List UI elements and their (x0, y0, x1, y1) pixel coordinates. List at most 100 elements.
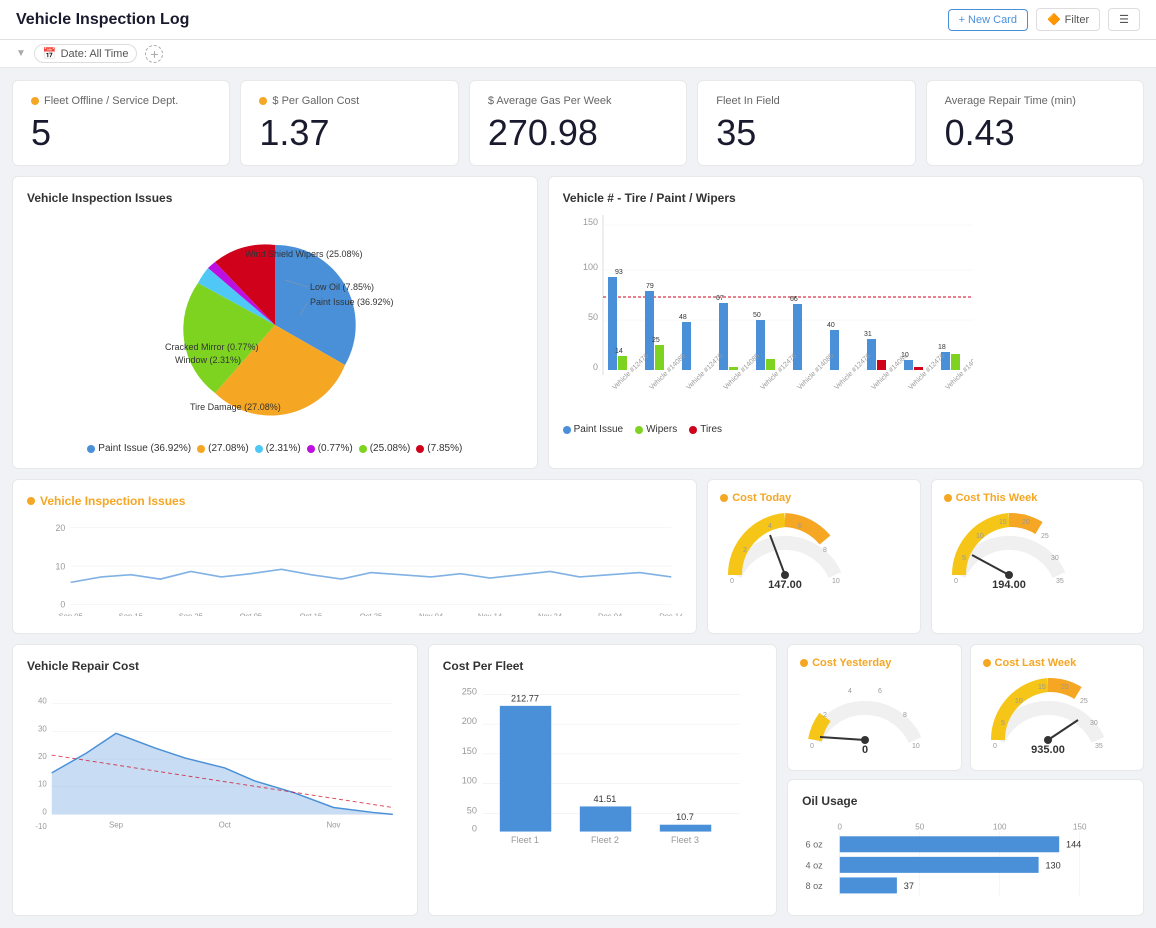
svg-text:Low Oil (7.85%): Low Oil (7.85%) (310, 282, 374, 292)
svg-text:66: 66 (790, 296, 798, 303)
svg-text:Oct 05: Oct 05 (240, 611, 262, 616)
cost-this-week-card: Cost This Week 194.00 0 5 10 15 20 25 (931, 479, 1144, 634)
calendar-icon: 📅 (43, 47, 57, 60)
svg-text:Fleet 1: Fleet 1 (511, 835, 539, 843)
kpi-value-per-gallon: 1.37 (259, 115, 439, 151)
charts-row-1: Vehicle Inspection Issues (12, 176, 1144, 469)
svg-text:50: 50 (753, 312, 761, 319)
kpi-value-fleet-offline: 5 (31, 115, 211, 151)
svg-text:150: 150 (1073, 822, 1087, 831)
header: Vehicle Inspection Log + New Card 🔶 Filt… (0, 0, 1156, 40)
vehicle-bar-title: Vehicle # - Tire / Paint / Wipers (563, 191, 1129, 205)
svg-text:20: 20 (38, 752, 47, 761)
cost-yesterday-title: Cost Yesterday (800, 657, 948, 669)
svg-text:15: 15 (1038, 684, 1046, 691)
svg-text:100: 100 (993, 822, 1007, 831)
date-filter[interactable]: 📅 Date: All Time (34, 44, 138, 63)
svg-text:6: 6 (798, 523, 802, 530)
svg-text:67: 67 (716, 295, 724, 302)
svg-text:10: 10 (1015, 698, 1023, 705)
svg-text:Window (2.31%): Window (2.31%) (175, 355, 241, 365)
kpi-per-gallon: $ Per Gallon Cost 1.37 (240, 80, 458, 166)
svg-text:Vehicle #14085: Vehicle #14085 (722, 353, 761, 392)
svg-text:Vehicle #14085: Vehicle #14085 (796, 353, 835, 392)
svg-text:Oct 15: Oct 15 (300, 611, 322, 616)
svg-text:10: 10 (976, 533, 984, 540)
svg-text:10: 10 (912, 743, 920, 750)
repair-cost-chart: 40 30 20 10 0 -10 Sep Oct (27, 683, 403, 843)
svg-text:2: 2 (743, 547, 747, 554)
svg-text:5: 5 (962, 555, 966, 562)
cost-last-week-gauge: 935.00 0 5 10 15 20 25 30 35 (983, 675, 1113, 755)
svg-text:2: 2 (823, 712, 827, 719)
menu-button[interactable]: ☰ (1108, 8, 1140, 31)
cost-last-week-card: Cost Last Week 935.00 0 5 10 15 (970, 644, 1144, 771)
repair-cost-title: Vehicle Repair Cost (27, 659, 403, 673)
inspection-issues-pie-card: Vehicle Inspection Issues (12, 176, 538, 469)
svg-text:50: 50 (915, 822, 924, 831)
bar-chart-legend: Paint Issue Wipers Tires (563, 424, 1129, 435)
svg-text:Oct: Oct (219, 820, 232, 829)
filter-button[interactable]: 🔶 Filter (1036, 8, 1100, 31)
svg-text:0: 0 (838, 822, 843, 831)
svg-text:194.00: 194.00 (992, 579, 1026, 590)
svg-text:212.77: 212.77 (511, 693, 539, 703)
cost-per-fleet-chart: 250 200 150 100 50 0 212.77 41.51 (443, 683, 762, 843)
new-card-button[interactable]: + New Card (948, 9, 1028, 31)
bottom-row: Vehicle Repair Cost 40 30 20 10 0 -10 (12, 644, 1144, 916)
svg-text:100: 100 (583, 262, 598, 272)
vehicle-issues-line-card: Vehicle Inspection Issues 20 10 0 Sep 05… (12, 479, 697, 634)
svg-text:Sep 05: Sep 05 (59, 611, 83, 616)
svg-text:147.00: 147.00 (768, 579, 802, 590)
svg-text:35: 35 (1056, 578, 1064, 585)
svg-text:30: 30 (1090, 720, 1098, 727)
dashboard: Fleet Offline / Service Dept. 5 $ Per Ga… (0, 68, 1156, 928)
svg-text:4 oz: 4 oz (806, 860, 824, 870)
inspection-issues-title: Vehicle Inspection Issues (27, 191, 523, 205)
svg-text:Nov 24: Nov 24 (538, 611, 563, 616)
svg-text:0: 0 (810, 743, 814, 750)
add-filter-button[interactable]: + (145, 45, 163, 63)
svg-text:0: 0 (993, 743, 997, 750)
svg-text:6 oz: 6 oz (806, 840, 824, 850)
cost-this-week-title: Cost This Week (944, 492, 1131, 504)
filter-icon: 🔶 (1047, 13, 1061, 26)
svg-text:Paint Issue (36.92%): Paint Issue (36.92%) (310, 297, 394, 307)
svg-text:0: 0 (42, 807, 47, 816)
toolbar-filter-icon: ▼ (16, 48, 26, 59)
cost-per-fleet-card: Cost Per Fleet 250 200 150 100 50 0 212.… (428, 644, 777, 916)
svg-text:0: 0 (954, 578, 958, 585)
kpi-value-repair-time: 0.43 (945, 115, 1125, 151)
svg-text:200: 200 (461, 716, 476, 726)
svg-text:250: 250 (461, 686, 476, 696)
svg-text:150: 150 (461, 746, 476, 756)
kpi-row: Fleet Offline / Service Dept. 5 $ Per Ga… (12, 80, 1144, 166)
svg-text:Sep 25: Sep 25 (179, 611, 203, 616)
svg-text:Vehicle #12476: Vehicle #12476 (833, 353, 872, 392)
cost-today-week-pair: Cost Today 147.00 0 2 4 (707, 479, 1144, 634)
svg-text:6: 6 (878, 688, 882, 695)
svg-text:Vehicle #14085: Vehicle #14085 (648, 353, 687, 392)
svg-text:18: 18 (938, 344, 946, 351)
oil-usage-title: Oil Usage (802, 794, 1129, 808)
toolbar: ▼ 📅 Date: All Time + (0, 40, 1156, 68)
vehicle-bar-chart-card: Vehicle # - Tire / Paint / Wipers 150 10… (548, 176, 1144, 469)
cost-yesterday-gauge: 0 0 2 4 6 8 10 (800, 675, 930, 755)
svg-text:0: 0 (593, 362, 598, 372)
svg-text:20: 20 (1022, 519, 1030, 526)
cost-per-fleet-title: Cost Per Fleet (443, 659, 762, 673)
svg-text:4: 4 (768, 523, 772, 530)
kpi-value-avg-gas: 270.98 (488, 115, 668, 151)
line-chart-svg: 20 10 0 Sep 05 Sep 15 Sep 25 Oct 05 Oct … (27, 516, 682, 616)
svg-text:41.51: 41.51 (593, 794, 616, 804)
svg-text:25: 25 (652, 337, 660, 344)
svg-text:93: 93 (615, 269, 623, 276)
svg-text:20: 20 (1061, 684, 1069, 691)
row-3: Vehicle Inspection Issues 20 10 0 Sep 05… (12, 479, 1144, 634)
svg-text:Vehicle #14085: Vehicle #14085 (870, 353, 909, 392)
kpi-dot-orange (31, 97, 39, 105)
svg-text:144: 144 (1066, 840, 1081, 850)
cost-yesterday-card: Cost Yesterday 0 0 2 4 6 8 10 (787, 644, 961, 771)
right-column: Cost Yesterday 0 0 2 4 6 8 10 (787, 644, 1144, 916)
svg-text:935.00: 935.00 (1031, 744, 1065, 755)
